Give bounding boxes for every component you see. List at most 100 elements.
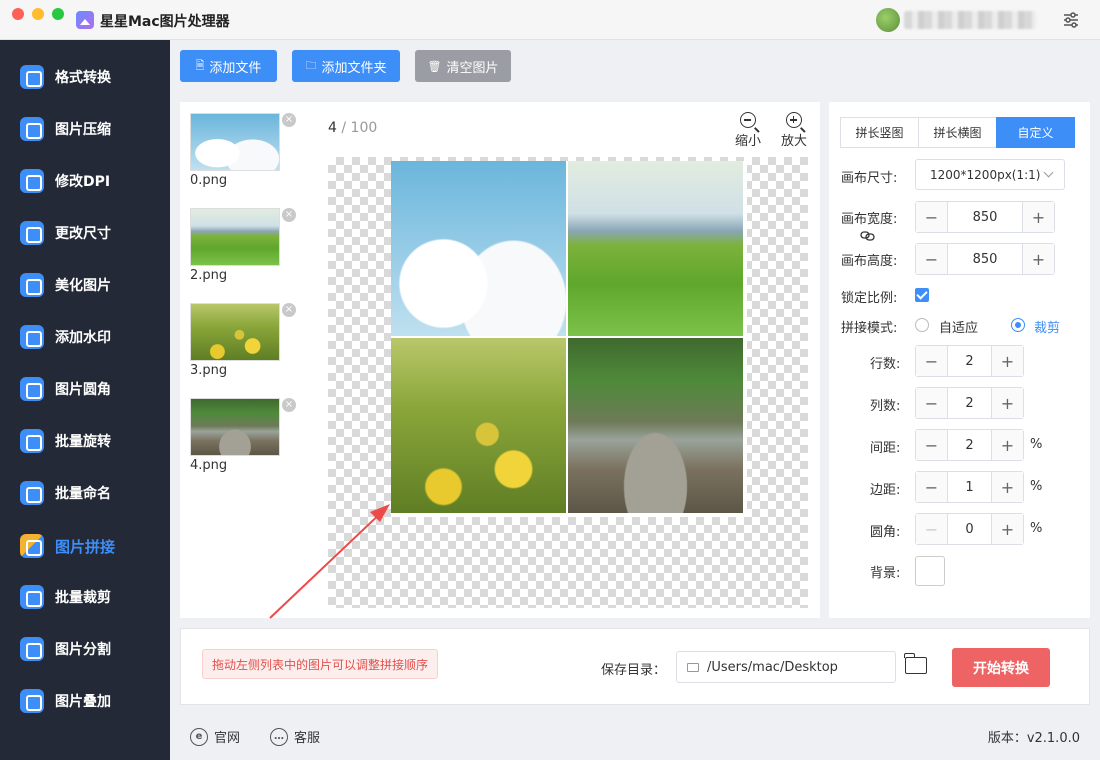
resize-icon — [20, 221, 44, 245]
remove-file-icon[interactable]: × — [282, 303, 296, 317]
sidebar-item-format-convert[interactable]: 格式转换 — [0, 57, 170, 97]
decrement-button[interactable]: − — [916, 202, 948, 232]
zoom-out-button[interactable]: 缩小 — [730, 112, 766, 149]
decrement-button[interactable]: − — [916, 514, 948, 544]
radius-unit: % — [1030, 521, 1043, 536]
thumbnail — [190, 113, 280, 171]
increment-button[interactable]: + — [991, 472, 1023, 502]
clear-images-button[interactable]: 🗑 清空图片 — [415, 50, 511, 82]
remove-file-icon[interactable]: × — [282, 208, 296, 222]
sidebar-item-resize[interactable]: 更改尺寸 — [0, 213, 170, 253]
spacing-stepper[interactable]: − 2 + — [915, 429, 1024, 461]
sidebar-item-watermark[interactable]: 添加水印 — [0, 317, 170, 357]
link-icon[interactable] — [860, 229, 876, 243]
support-link[interactable]: … 客服 — [270, 727, 320, 746]
sidebar-item-stitch[interactable]: 图片拼接 — [0, 526, 170, 566]
margin-unit: % — [1030, 479, 1043, 494]
radius-value[interactable]: 0 — [948, 522, 991, 537]
increment-button[interactable]: + — [991, 388, 1023, 418]
total-pages: 100 — [350, 120, 378, 136]
lock-ratio-checkbox[interactable] — [915, 288, 929, 302]
sidebar-item-compress[interactable]: 图片压缩 — [0, 109, 170, 149]
rows-stepper[interactable]: − 2 + — [915, 345, 1024, 377]
user-avatar[interactable] — [876, 8, 900, 32]
clear-images-label: 清空图片 — [446, 60, 499, 76]
mode-crop-radio[interactable] — [1011, 318, 1025, 332]
radius-stepper[interactable]: − 0 + — [915, 513, 1024, 545]
canvas-size-select[interactable]: 1200*1200px(1:1) — [915, 159, 1065, 190]
zoom-in-button[interactable]: 放大 — [776, 112, 812, 149]
zoom-in-icon — [786, 112, 802, 128]
increment-button[interactable]: + — [991, 430, 1023, 460]
canvas-width-value[interactable]: 850 — [948, 210, 1022, 225]
canvas-height-stepper[interactable]: − 850 + — [915, 243, 1055, 275]
remove-file-icon[interactable]: × — [282, 113, 296, 127]
mode-fit-radio[interactable] — [915, 318, 929, 332]
background-color-swatch[interactable] — [915, 556, 945, 586]
file-list-item[interactable]: × 2.png — [190, 208, 296, 283]
close-window-button[interactable] — [12, 8, 24, 20]
file-name: 0.png — [190, 173, 228, 188]
tab-custom[interactable]: 自定义 — [996, 117, 1075, 148]
sidebar-item-crop[interactable]: 批量裁剪 — [0, 577, 170, 617]
sidebar-item-label: 图片叠加 — [55, 694, 111, 710]
canvas-width-stepper[interactable]: − 850 + — [915, 201, 1055, 233]
minimize-window-button[interactable] — [32, 8, 44, 20]
file-list-item[interactable]: × 3.png — [190, 303, 296, 378]
save-path-field[interactable]: /Users/mac/Desktop — [676, 651, 896, 683]
sidebar-item-rotate[interactable]: 批量旋转 — [0, 421, 170, 461]
zoom-in-label: 放大 — [780, 134, 807, 149]
canvas-size-label: 画布尺寸: — [841, 171, 898, 186]
add-file-button[interactable]: 🗎 添加文件 — [180, 50, 277, 82]
margin-value[interactable]: 1 — [948, 480, 991, 495]
spacing-value[interactable]: 2 — [948, 438, 991, 453]
canvas-height-value[interactable]: 850 — [948, 252, 1022, 267]
sidebar-item-label: 图片分割 — [55, 642, 111, 658]
settings-sliders-icon[interactable] — [1062, 11, 1080, 29]
sidebar-item-label: 修改DPI — [55, 174, 111, 190]
footer: e 官网 … 客服 版本：v2.1.0.0 — [170, 715, 1100, 760]
file-list-item[interactable]: × 4.png — [190, 398, 296, 473]
browser-icon: e — [190, 727, 208, 746]
decrement-button[interactable]: − — [916, 244, 948, 274]
open-folder-icon[interactable] — [904, 653, 927, 674]
bottom-bar: 拖动左侧列表中的图片可以调整拼接顺序 保存目录： /Users/mac/Desk… — [180, 628, 1090, 705]
sidebar-item-overlay[interactable]: 图片叠加 — [0, 681, 170, 721]
sidebar-item-label: 格式转换 — [55, 70, 111, 86]
decrement-button[interactable]: − — [916, 472, 948, 502]
rows-value[interactable]: 2 — [948, 354, 991, 369]
tab-horizontal[interactable]: 拼长横图 — [918, 117, 997, 148]
tab-vertical[interactable]: 拼长竖图 — [840, 117, 919, 148]
website-link[interactable]: e 官网 — [190, 727, 240, 746]
preview-canvas — [328, 157, 808, 608]
remove-file-icon[interactable]: × — [282, 398, 296, 412]
sidebar-item-dpi[interactable]: 修改DPI — [0, 161, 170, 201]
background-label: 背景: — [870, 566, 901, 581]
maximize-window-button[interactable] — [52, 8, 64, 20]
cols-value[interactable]: 2 — [948, 396, 991, 411]
decrement-button[interactable]: − — [916, 346, 948, 376]
sidebar-item-rename[interactable]: 批量命名 — [0, 473, 170, 513]
split-icon — [20, 637, 44, 661]
cols-stepper[interactable]: − 2 + — [915, 387, 1024, 419]
start-convert-button[interactable]: 开始转换 — [952, 648, 1050, 687]
lock-ratio-label: 锁定比例: — [841, 291, 898, 306]
sidebar-item-split[interactable]: 图片分割 — [0, 629, 170, 669]
margin-stepper[interactable]: − 1 + — [915, 471, 1024, 503]
user-name-blurred — [904, 11, 1036, 29]
decrement-button[interactable]: − — [916, 388, 948, 418]
decrement-button[interactable]: − — [916, 430, 948, 460]
increment-button[interactable]: + — [991, 346, 1023, 376]
increment-button[interactable]: + — [1022, 244, 1054, 274]
sidebar-item-rounded-corner[interactable]: 图片圆角 — [0, 369, 170, 409]
sidebar-item-beautify[interactable]: 美化图片 — [0, 265, 170, 305]
sidebar-item-label: 批量裁剪 — [55, 590, 111, 606]
add-folder-button[interactable]: 🗀 添加文件夹 — [292, 50, 400, 82]
chat-icon: … — [270, 727, 288, 746]
chevron-down-icon — [1043, 167, 1054, 178]
collage-tile-river — [568, 338, 743, 513]
thumbnail — [190, 398, 280, 456]
increment-button[interactable]: + — [1022, 202, 1054, 232]
file-list-item[interactable]: × 0.png — [190, 113, 296, 188]
increment-button[interactable]: + — [991, 514, 1023, 544]
